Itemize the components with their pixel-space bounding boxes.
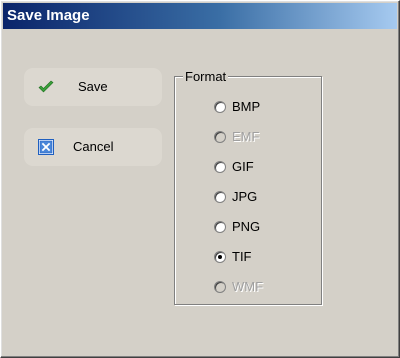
radio-circle [214, 281, 226, 293]
radio-label: WMF [232, 279, 264, 294]
radio-circle [214, 131, 226, 143]
checkmark-icon [38, 79, 54, 95]
save-button-label: Save [78, 79, 108, 94]
format-group-title: Format [183, 69, 229, 84]
cancel-button-label: Cancel [73, 139, 114, 154]
format-groupbox: Format BMP EMF GIF JPG PNG TIF WMF [174, 69, 322, 305]
radio-label: GIF [232, 159, 254, 174]
radio-label: BMP [232, 99, 261, 114]
radio-label: EMF [232, 129, 260, 144]
save-image-dialog: Save Image Save Cancel Format BMP EMF GI… [0, 0, 400, 358]
radio-label: TIF [232, 249, 252, 264]
radio-label: PNG [232, 219, 261, 234]
radio-circle [214, 191, 226, 203]
radio-circle [214, 251, 226, 263]
radio-circle [214, 101, 226, 113]
title-bar[interactable]: Save Image [3, 3, 397, 29]
radio-circle [214, 161, 226, 173]
cancel-button[interactable]: Cancel [24, 128, 162, 166]
radio-label: JPG [232, 189, 258, 204]
window-title: Save Image [7, 7, 90, 24]
radio-circle [214, 221, 226, 233]
save-button[interactable]: Save [24, 68, 162, 106]
close-box-icon [38, 139, 54, 155]
radio-selected-dot [218, 255, 222, 259]
